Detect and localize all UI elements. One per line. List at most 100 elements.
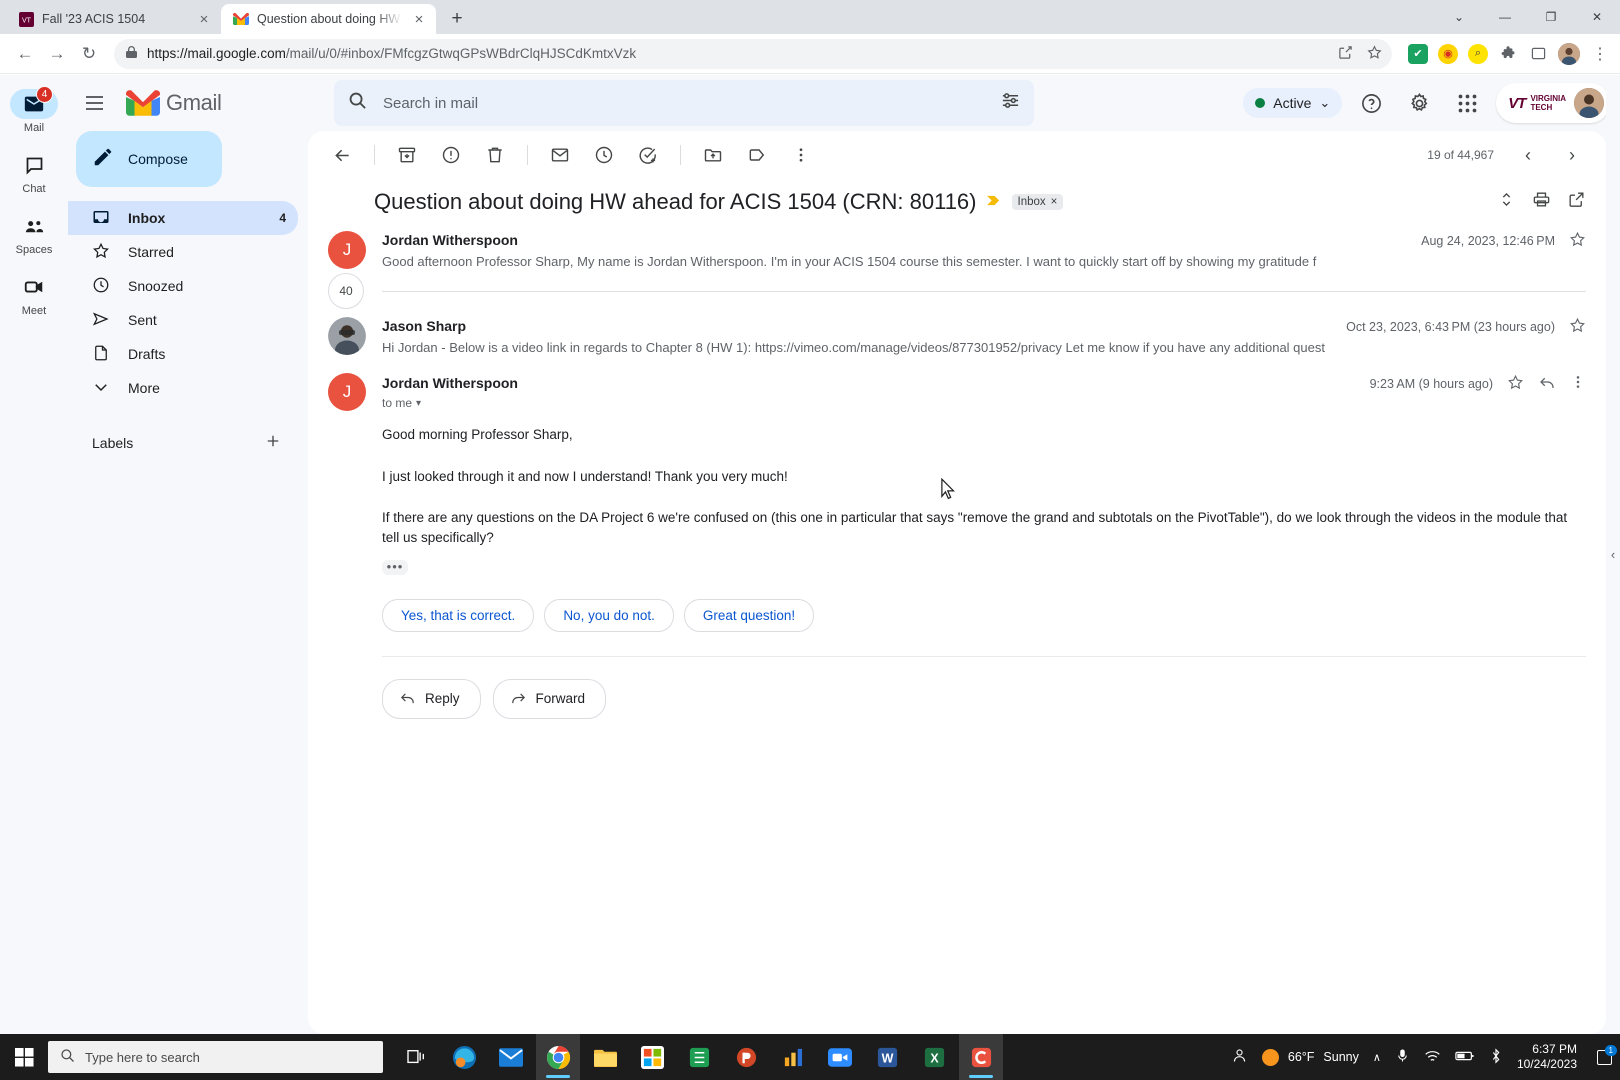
snooze-icon[interactable]: [584, 135, 624, 175]
mark-unread-icon[interactable]: [540, 135, 580, 175]
archive-icon[interactable]: [387, 135, 427, 175]
honey-extension-icon[interactable]: ◉: [1438, 43, 1458, 64]
sidebar-item-starred[interactable]: Starred: [68, 235, 298, 269]
store-taskbar-icon[interactable]: [630, 1034, 674, 1080]
profile-avatar[interactable]: [1558, 42, 1580, 65]
label-chip-remove-icon[interactable]: ×: [1051, 196, 1058, 208]
smart-reply-1[interactable]: Yes, that is correct.: [382, 598, 535, 632]
star-icon[interactable]: [1569, 317, 1586, 337]
charts-taskbar-icon[interactable]: [771, 1034, 815, 1080]
collapsed-message-2[interactable]: Jason Sharp Oct 23, 2023, 6:43 PM (23 ho…: [308, 313, 1606, 355]
help-icon[interactable]: [1352, 84, 1390, 122]
sidepanel-icon[interactable]: [1528, 44, 1548, 64]
avatar[interactable]: [1574, 88, 1604, 118]
window-maximize-button[interactable]: ❐: [1528, 0, 1574, 34]
side-panel-toggle[interactable]: ‹: [1606, 75, 1620, 1034]
camtasia-taskbar-icon[interactable]: [959, 1034, 1003, 1080]
print-icon[interactable]: [1532, 190, 1551, 214]
back-arrow-icon[interactable]: [322, 135, 362, 175]
file-explorer-taskbar-icon[interactable]: [583, 1034, 627, 1080]
bookmark-star-icon[interactable]: [1367, 44, 1382, 63]
browser-tab-1-close-icon[interactable]: ×: [195, 12, 213, 27]
chrome-taskbar-icon[interactable]: [536, 1034, 580, 1080]
excel-green-taskbar-icon[interactable]: [677, 1034, 721, 1080]
smart-reply-3[interactable]: Great question!: [683, 598, 815, 632]
message-recipient[interactable]: to me ▾: [382, 396, 1586, 410]
main-menu-icon[interactable]: [74, 83, 114, 123]
add-to-tasks-icon[interactable]: [628, 135, 668, 175]
plus-icon[interactable]: [264, 432, 282, 455]
search-input[interactable]: [383, 94, 985, 112]
sidebar-item-sent[interactable]: Sent: [68, 303, 298, 337]
word-taskbar-icon[interactable]: W: [865, 1034, 909, 1080]
search-bar[interactable]: [334, 80, 1034, 126]
more-options-icon[interactable]: [781, 135, 821, 175]
microphone-icon[interactable]: [1395, 1048, 1410, 1066]
bluetooth-icon[interactable]: [1489, 1047, 1503, 1067]
browser-tab-2[interactable]: Question about doing HW ahea ×: [221, 4, 436, 34]
compose-button[interactable]: Compose: [76, 131, 222, 187]
org-badge[interactable]: VT VIRGINIA TECH: [1496, 83, 1610, 123]
pagination-prev-button[interactable]: ‹: [1508, 135, 1548, 175]
reply-icon[interactable]: [1538, 373, 1556, 394]
reply-button[interactable]: Reply: [382, 678, 481, 719]
mail-taskbar-icon[interactable]: [489, 1034, 533, 1080]
smart-reply-2[interactable]: No, you do not.: [544, 598, 674, 632]
battery-icon[interactable]: [1455, 1050, 1475, 1065]
window-restore-chevron-icon[interactable]: ⌄: [1436, 0, 1482, 34]
sidebar-item-more[interactable]: More: [68, 371, 298, 405]
browser-menu-icon[interactable]: ⋮: [1590, 44, 1610, 64]
sidebar-item-drafts[interactable]: Drafts: [68, 337, 298, 371]
people-icon[interactable]: [1231, 1047, 1248, 1067]
tune-icon[interactable]: [1001, 91, 1020, 115]
checkmark-extension-icon[interactable]: ✔: [1408, 43, 1428, 64]
reload-button[interactable]: ↻: [74, 39, 104, 69]
task-view-icon[interactable]: [395, 1034, 439, 1080]
sidebar-item-chat[interactable]: Chat: [2, 144, 66, 201]
sidebar-item-spaces[interactable]: Spaces: [2, 205, 66, 262]
pagination-next-button[interactable]: ›: [1552, 135, 1592, 175]
sidebar-item-mail[interactable]: 4 Mail: [2, 83, 66, 140]
star-icon[interactable]: [1569, 231, 1586, 251]
powerpoint-taskbar-icon[interactable]: [724, 1034, 768, 1080]
settings-gear-icon[interactable]: [1400, 84, 1438, 122]
browser-tab-1[interactable]: VT Fall '23 ACIS 1504 ×: [6, 4, 221, 34]
more-options-icon[interactable]: [1570, 374, 1586, 393]
excel-taskbar-icon[interactable]: X: [912, 1034, 956, 1080]
forward-button[interactable]: Forward: [492, 678, 607, 719]
notification-center-icon[interactable]: 1: [1597, 1044, 1617, 1065]
delete-icon[interactable]: [475, 135, 515, 175]
star-icon[interactable]: [1507, 374, 1524, 394]
gmail-logo[interactable]: Gmail: [126, 90, 266, 116]
taskbar-search-box[interactable]: Type here to search: [48, 1041, 383, 1073]
label-chip-inbox[interactable]: Inbox ×: [1011, 194, 1064, 210]
forward-button[interactable]: →: [42, 39, 72, 69]
sidebar-item-snoozed[interactable]: Snoozed: [68, 269, 298, 303]
collapsed-messages-toggle[interactable]: 40: [308, 269, 1606, 313]
move-to-icon[interactable]: [693, 135, 733, 175]
window-minimize-button[interactable]: —: [1482, 0, 1528, 34]
edge-taskbar-icon[interactable]: [442, 1034, 486, 1080]
collapsed-message-1[interactable]: J Jordan Witherspoon Aug 24, 2023, 12:46…: [308, 221, 1606, 269]
chevron-down-icon[interactable]: ▾: [416, 398, 421, 409]
sidebar-item-meet[interactable]: Meet: [2, 266, 66, 323]
puzzle-extension-icon[interactable]: [1498, 44, 1518, 64]
important-marker-icon[interactable]: [986, 194, 1002, 211]
google-apps-icon[interactable]: [1448, 84, 1486, 122]
wifi-icon[interactable]: [1424, 1049, 1441, 1066]
browser-tab-2-close-icon[interactable]: ×: [410, 12, 428, 27]
window-close-button[interactable]: ✕: [1574, 0, 1620, 34]
address-bar[interactable]: https://mail.google.com/mail/u/0/#inbox/…: [114, 38, 1392, 69]
zoom-taskbar-icon[interactable]: [818, 1034, 862, 1080]
new-tab-button[interactable]: +: [444, 8, 470, 30]
share-icon[interactable]: [1338, 45, 1353, 63]
weather-widget[interactable]: 66°F Sunny: [1261, 1048, 1359, 1066]
search-extension-icon[interactable]: ⌕: [1468, 43, 1488, 64]
show-hidden-icons-chevron[interactable]: ∧: [1373, 1051, 1381, 1064]
open-in-new-window-icon[interactable]: [1567, 190, 1586, 214]
sidebar-item-inbox[interactable]: Inbox 4: [68, 201, 298, 235]
windows-start-icon[interactable]: [0, 1034, 48, 1080]
status-badge[interactable]: Active ⌄: [1243, 88, 1343, 118]
report-spam-icon[interactable]: [431, 135, 471, 175]
show-trimmed-content-button[interactable]: •••: [382, 559, 408, 575]
